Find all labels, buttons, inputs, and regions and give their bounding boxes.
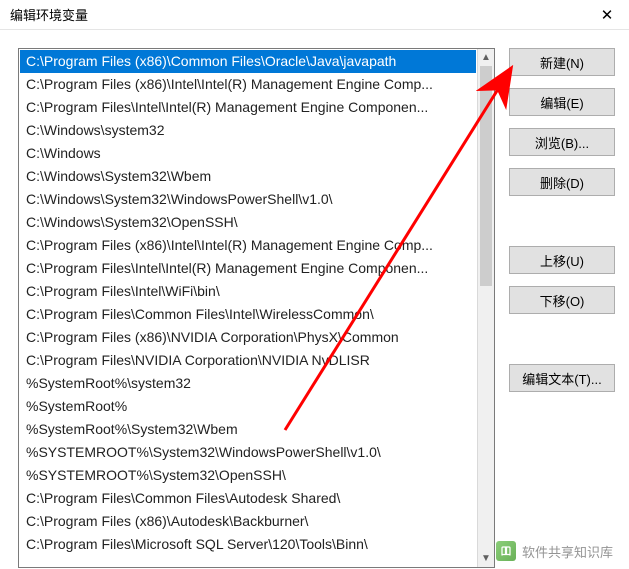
new-button[interactable]: 新建(N) [509, 48, 615, 76]
list-item[interactable]: C:\Program Files (x86)\Autodesk\Backburn… [20, 510, 476, 533]
list-item[interactable]: C:\Program Files\Intel\Intel(R) Manageme… [20, 257, 476, 280]
scroll-thumb[interactable] [480, 66, 492, 286]
scroll-track[interactable] [478, 66, 494, 550]
list-item[interactable]: C:\Program Files (x86)\Intel\Intel(R) Ma… [20, 234, 476, 257]
list-item[interactable]: C:\Program Files (x86)\Common Files\Orac… [20, 50, 476, 73]
window-title: 编辑环境变量 [10, 5, 88, 24]
list-item[interactable]: C:\Program Files (x86)\Intel\Intel(R) Ma… [20, 73, 476, 96]
list-item[interactable]: %SYSTEMROOT%\System32\OpenSSH\ [20, 464, 476, 487]
close-icon[interactable]: ✕ [593, 6, 621, 24]
list-item[interactable]: C:\Program Files\Intel\Intel(R) Manageme… [20, 96, 476, 119]
list-item[interactable]: C:\Windows\system32 [20, 119, 476, 142]
titlebar: 编辑环境变量 ✕ [0, 0, 629, 30]
list-item[interactable]: %SystemRoot% [20, 395, 476, 418]
list-item[interactable]: C:\Program Files\Common Files\Intel\Wire… [20, 303, 476, 326]
scroll-up-icon[interactable]: ▲ [478, 49, 494, 66]
edit-button[interactable]: 编辑(E) [509, 88, 615, 116]
moveup-button[interactable]: 上移(U) [509, 246, 615, 274]
scroll-down-icon[interactable]: ▼ [478, 550, 494, 567]
watermark-text: 软件共享知识库 [522, 542, 613, 561]
list-item[interactable]: C:\Windows [20, 142, 476, 165]
list-item[interactable]: C:\Program Files\NVIDIA Corporation\NVID… [20, 349, 476, 372]
edittext-button[interactable]: 编辑文本(T)... [509, 364, 615, 392]
watermark-icon [496, 541, 516, 561]
list-item[interactable]: C:\Program Files (x86)\NVIDIA Corporatio… [20, 326, 476, 349]
list-item[interactable]: C:\Program Files\Intel\WiFi\bin\ [20, 280, 476, 303]
list-item[interactable]: %SystemRoot%\System32\Wbem [20, 418, 476, 441]
content-area: C:\Program Files (x86)\Common Files\Orac… [0, 30, 629, 569]
list-item[interactable]: C:\Windows\System32\WindowsPowerShell\v1… [20, 188, 476, 211]
path-list[interactable]: C:\Program Files (x86)\Common Files\Orac… [18, 48, 495, 568]
browse-button[interactable]: 浏览(B)... [509, 128, 615, 156]
watermark: 软件共享知识库 [496, 541, 613, 561]
list-item[interactable]: %SYSTEMROOT%\System32\WindowsPowerShell\… [20, 441, 476, 464]
button-column: 新建(N) 编辑(E) 浏览(B)... 删除(D) 上移(U) 下移(O) 编… [509, 48, 615, 569]
list-item[interactable]: C:\Program Files\Common Files\Autodesk S… [20, 487, 476, 510]
list-item[interactable]: C:\Windows\System32\Wbem [20, 165, 476, 188]
list-item[interactable]: %SystemRoot%\system32 [20, 372, 476, 395]
movedown-button[interactable]: 下移(O) [509, 286, 615, 314]
path-list-rows[interactable]: C:\Program Files (x86)\Common Files\Orac… [19, 49, 477, 567]
list-item[interactable]: C:\Program Files\Microsoft SQL Server\12… [20, 533, 476, 556]
scrollbar[interactable]: ▲ ▼ [477, 49, 494, 567]
delete-button[interactable]: 删除(D) [509, 168, 615, 196]
list-item[interactable]: C:\Windows\System32\OpenSSH\ [20, 211, 476, 234]
